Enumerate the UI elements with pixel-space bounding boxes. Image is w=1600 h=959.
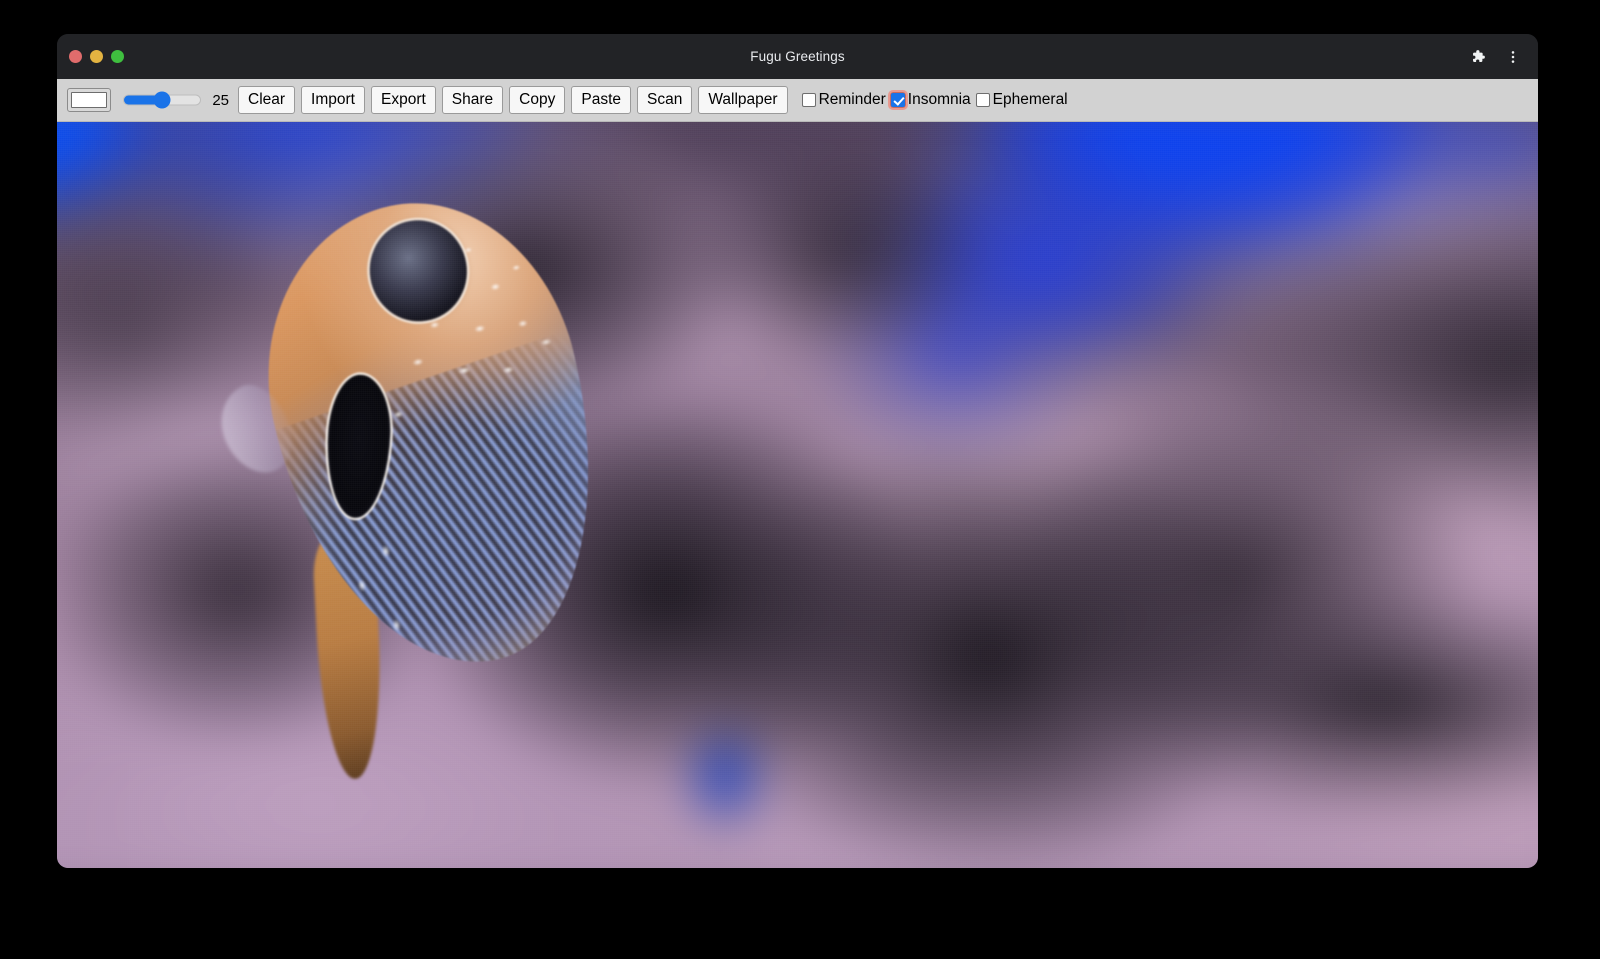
slider-thumb[interactable]: [154, 92, 171, 109]
reminder-checkbox-item[interactable]: Reminder: [802, 91, 886, 109]
title-bar: Fugu Greetings: [57, 34, 1538, 79]
screenshot-root: Fugu Greetings: [0, 0, 1600, 959]
maximize-window-button[interactable]: [111, 50, 124, 63]
ephemeral-checkbox[interactable]: [976, 93, 990, 107]
paste-button[interactable]: Paste: [571, 86, 631, 114]
color-picker-input[interactable]: [67, 88, 111, 112]
clear-button[interactable]: Clear: [238, 86, 295, 114]
toolbar-checkbox-group: Reminder Insomnia Ephemeral: [802, 91, 1073, 109]
title-bar-actions: [1462, 34, 1528, 79]
import-button[interactable]: Import: [301, 86, 365, 114]
reminder-checkbox[interactable]: [802, 93, 816, 107]
ephemeral-checkbox-label: Ephemeral: [993, 91, 1068, 109]
insomnia-checkbox[interactable]: [891, 93, 905, 107]
export-button[interactable]: Export: [371, 86, 436, 114]
slider-value-label: 25: [209, 92, 229, 109]
three-dot-menu-icon[interactable]: [1498, 42, 1528, 72]
insomnia-checkbox-item[interactable]: Insomnia: [891, 91, 971, 109]
window-title: Fugu Greetings: [57, 34, 1538, 79]
app-window: Fugu Greetings: [57, 34, 1538, 868]
copy-button[interactable]: Copy: [509, 86, 565, 114]
window-controls: [69, 34, 124, 79]
puzzle-piece-icon[interactable]: [1462, 42, 1492, 72]
ephemeral-checkbox-item[interactable]: Ephemeral: [976, 91, 1068, 109]
size-slider[interactable]: [123, 88, 201, 112]
color-picker-swatch: [71, 92, 107, 108]
share-button[interactable]: Share: [442, 86, 503, 114]
close-window-button[interactable]: [69, 50, 82, 63]
reminder-checkbox-label: Reminder: [819, 91, 886, 109]
drawing-canvas[interactable]: [57, 122, 1538, 868]
minimize-window-button[interactable]: [90, 50, 103, 63]
app-toolbar: 25 Clear Import Export Share Copy Paste …: [57, 79, 1538, 122]
scan-button[interactable]: Scan: [637, 86, 692, 114]
wallpaper-button[interactable]: Wallpaper: [698, 86, 787, 114]
insomnia-checkbox-label: Insomnia: [908, 91, 971, 109]
